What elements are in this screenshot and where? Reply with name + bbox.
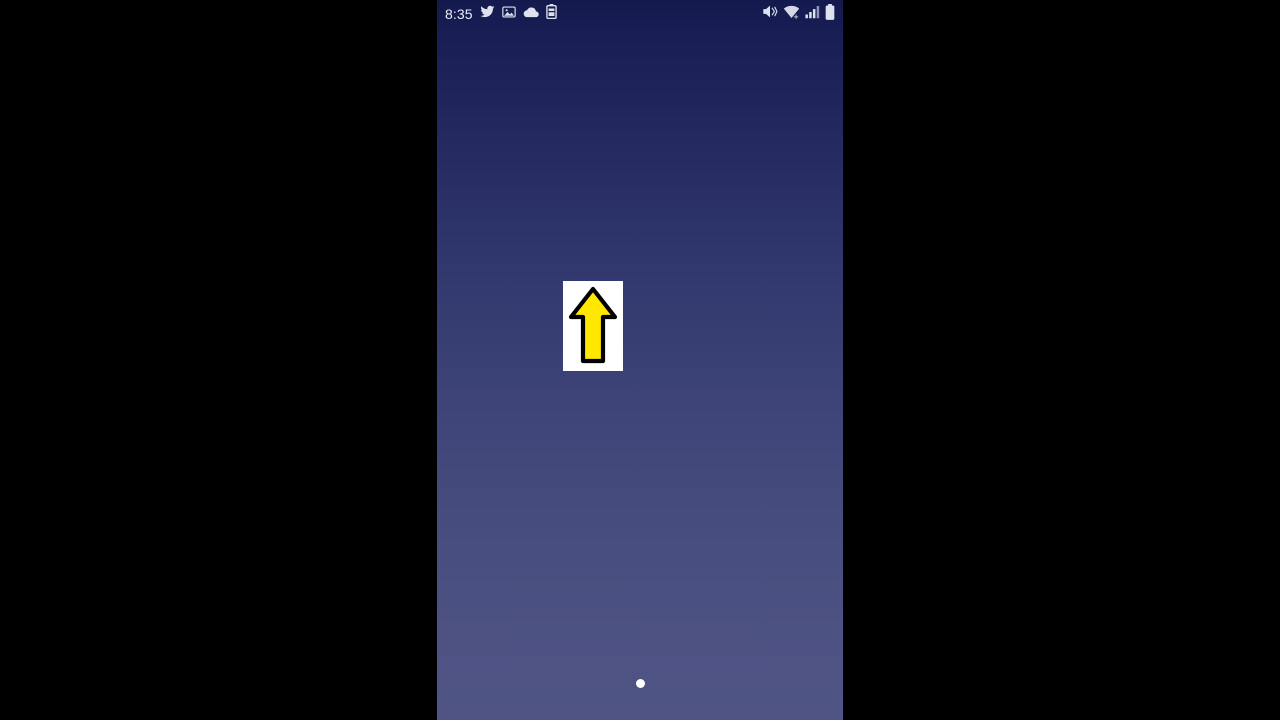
status-bar-right-group — [762, 3, 835, 25]
cloud-icon — [523, 5, 539, 23]
page-indicator[interactable] — [437, 679, 843, 688]
wifi-icon — [783, 5, 800, 24]
twitter-icon — [480, 4, 495, 24]
phone-home-screen: 8:35 — [437, 0, 843, 720]
screenshot-canvas: 8:35 — [0, 0, 1280, 720]
mute-vibrate-icon — [762, 4, 778, 24]
status-bar: 8:35 — [437, 0, 843, 28]
annotation-arrow-up-icon — [563, 281, 623, 371]
page-dot-active[interactable] — [635, 679, 645, 688]
status-bar-left-group: 8:35 — [445, 4, 557, 24]
photo-icon — [501, 5, 516, 24]
battery-icon — [825, 3, 835, 25]
cellular-signal-icon — [805, 5, 820, 24]
status-bar-clock: 8:35 — [445, 6, 473, 22]
battery-saver-icon — [545, 4, 557, 24]
